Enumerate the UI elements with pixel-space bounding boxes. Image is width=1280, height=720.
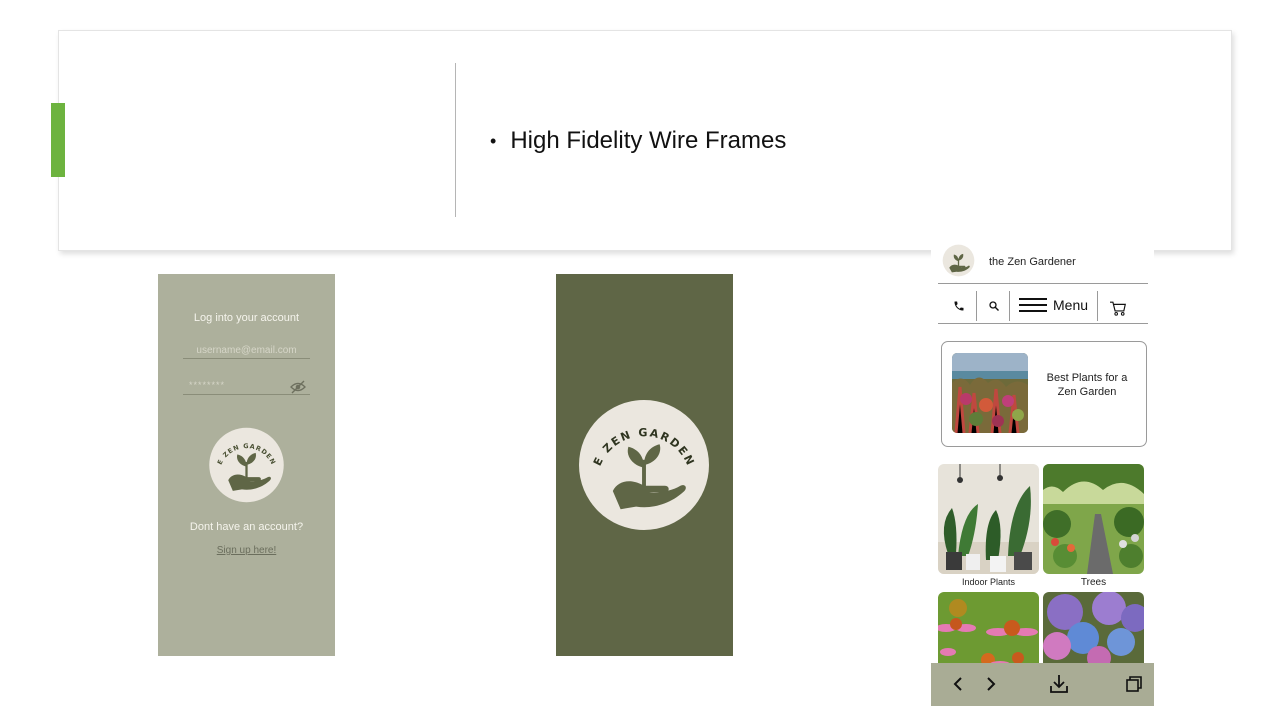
cart-icon xyxy=(1110,301,1126,316)
back-icon[interactable] xyxy=(948,674,968,694)
nav-separator xyxy=(1097,291,1098,321)
phone-icon xyxy=(954,301,964,311)
accent-bar xyxy=(51,103,65,177)
hide-password-icon[interactable] xyxy=(290,380,306,394)
forward-icon[interactable] xyxy=(981,674,1001,694)
nav-separator xyxy=(1009,291,1010,321)
no-account-text: Dont have an account? xyxy=(189,521,304,533)
nav-rule xyxy=(938,323,1148,324)
indoor-plants-photo xyxy=(938,464,1039,574)
search-icon xyxy=(988,301,999,311)
cart-button[interactable] xyxy=(1105,297,1131,319)
menu-label: Menu xyxy=(1053,297,1089,313)
featured-article-card[interactable]: Best Plants for a Zen Garden xyxy=(941,341,1147,447)
featured-photo xyxy=(952,353,1028,433)
login-screen: Log into your account username@email.com… xyxy=(158,274,335,656)
bullet-item: • High Fidelity Wire Frames xyxy=(490,125,786,157)
zen-gardener-logo[interactable] xyxy=(942,244,975,277)
brand-name: the Zen Gardener xyxy=(989,256,1076,268)
store-screen: the Zen Gardener Menu Best Plants for a … xyxy=(931,240,1154,706)
password-mask: ******** xyxy=(189,380,226,390)
nav-separator xyxy=(976,291,977,321)
hamburger-icon xyxy=(1019,298,1047,312)
login-title: Log into your account xyxy=(193,312,300,324)
category-label: Trees xyxy=(1080,577,1107,588)
bullet-dot: • xyxy=(490,131,497,151)
category-label: Indoor Plants xyxy=(961,577,1016,587)
zen-gardener-logo: THE ZEN GARDENER xyxy=(579,400,709,530)
password-field[interactable]: ******** xyxy=(183,380,310,395)
header-rule xyxy=(938,283,1148,284)
featured-title: Best Plants for a Zen Garden xyxy=(1046,372,1128,398)
browser-toolbar xyxy=(931,663,1154,706)
category-tile-indoor-plants[interactable] xyxy=(938,464,1039,574)
splash-screen: THE ZEN GARDENER xyxy=(556,274,733,656)
tabs-icon[interactable] xyxy=(1124,674,1144,694)
category-tile-trees[interactable] xyxy=(1043,464,1144,574)
search-button[interactable] xyxy=(981,296,1006,316)
menu-button[interactable]: Menu xyxy=(1019,294,1097,316)
download-icon[interactable] xyxy=(1048,673,1070,695)
call-button[interactable] xyxy=(945,296,973,316)
zen-gardener-logo: THE ZEN GARDENER xyxy=(205,427,284,503)
signup-link[interactable]: Sign up here! xyxy=(158,545,335,556)
title-divider xyxy=(455,63,456,217)
trees-photo xyxy=(1043,464,1144,574)
bullet-text: High Fidelity Wire Frames xyxy=(510,127,787,154)
username-field[interactable]: username@email.com xyxy=(183,345,310,359)
